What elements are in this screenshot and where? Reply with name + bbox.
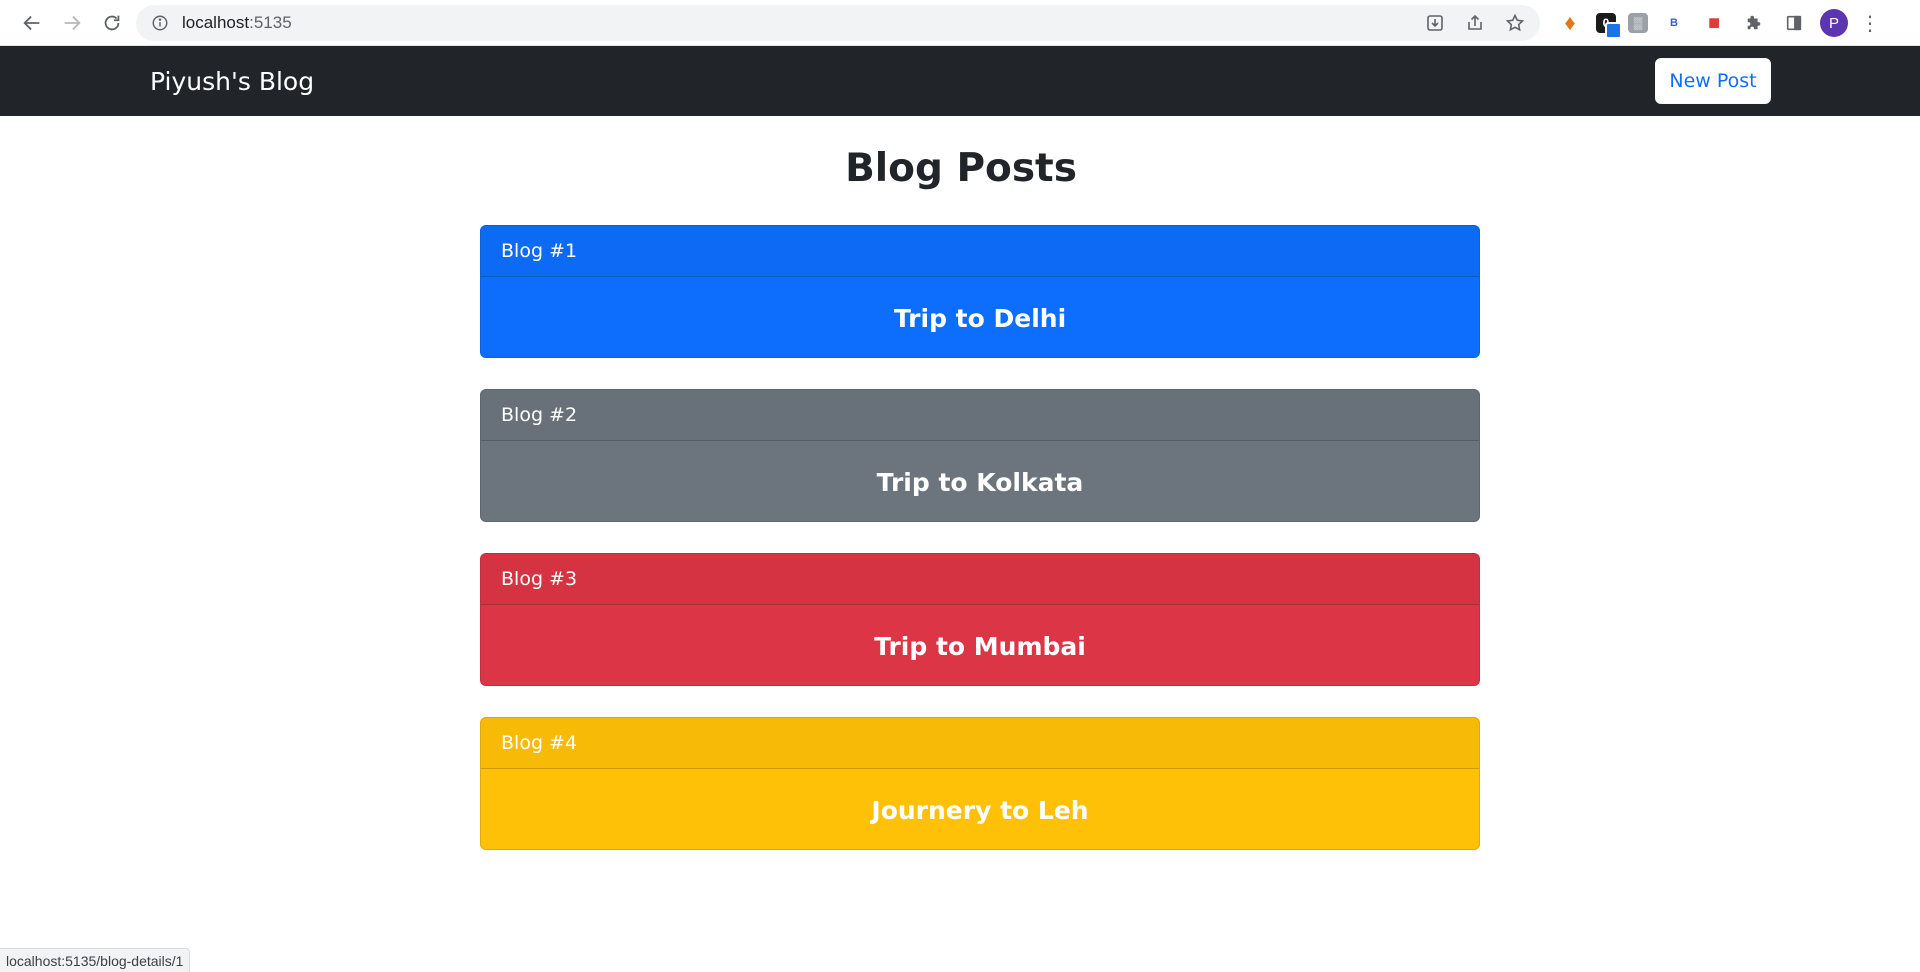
reload-icon <box>104 15 120 30</box>
blog-card-title: Trip to Kolkata <box>876 467 1084 497</box>
forward-button[interactable] <box>52 3 92 43</box>
blog-card-title: Journery to Leh <box>871 795 1089 825</box>
install-icon[interactable] <box>1424 12 1446 34</box>
info-icon[interactable] <box>150 13 170 33</box>
blog-card[interactable]: Blog #1 Trip to Delhi <box>480 225 1480 358</box>
metamask-extension-icon[interactable]: ♦ <box>1556 9 1584 37</box>
brand-title[interactable]: Piyush's Blog <box>150 67 314 96</box>
blog-card[interactable]: Blog #3 Trip to Mumbai <box>480 553 1480 686</box>
blog-card-header: Blog #1 <box>481 226 1479 277</box>
puzzle-icon[interactable] <box>1740 9 1768 37</box>
status-bar-url: localhost:5135/blog-details/1 <box>0 948 191 972</box>
blog-card-header: Blog #3 <box>481 554 1479 605</box>
blog-card-title: Trip to Mumbai <box>874 631 1086 661</box>
new-post-button[interactable]: New Post <box>1655 58 1771 104</box>
share-icon[interactable] <box>1464 12 1486 34</box>
blog-card-header: Blog #2 <box>481 390 1479 441</box>
star-icon[interactable] <box>1504 12 1526 34</box>
url-host: localhost <box>182 13 250 32</box>
blog-card[interactable]: Blog #4 Journery to Leh <box>480 717 1480 850</box>
blog-card-header: Blog #4 <box>481 718 1479 769</box>
kebab-menu-icon[interactable]: ⋮ <box>1860 11 1880 36</box>
back-button[interactable] <box>12 3 52 43</box>
browser-toolbar: localhost:5135 ♦ 0 ▒ B ■ P ⋮ <box>0 0 1920 46</box>
page-title: Blog Posts <box>845 146 1077 191</box>
url-text[interactable]: localhost:5135 <box>182 13 1424 33</box>
arrow-right-icon <box>64 15 81 30</box>
blog-card-title: Trip to Delhi <box>893 303 1067 333</box>
reload-button[interactable] <box>92 3 132 43</box>
site-navbar: Piyush's Blog New Post <box>0 46 1920 116</box>
main-content: Blog Posts <box>0 116 1920 191</box>
avatar[interactable]: P <box>1820 9 1848 37</box>
extension-icon[interactable]: 0 <box>1596 13 1622 39</box>
address-bar[interactable]: localhost:5135 <box>136 5 1540 41</box>
blog-card[interactable]: Blog #2 Trip to Kolkata <box>480 389 1480 522</box>
arrow-left-icon <box>23 15 40 30</box>
url-port: :5135 <box>249 13 292 32</box>
extension-icon[interactable]: ▒ <box>1628 13 1648 33</box>
extension-icon[interactable]: B <box>1660 9 1688 37</box>
side-panel-icon[interactable] <box>1780 9 1808 37</box>
blog-post-list: Blog #1 Trip to Delhi Blog #2 Trip to Ko… <box>480 225 1480 881</box>
extension-icon[interactable]: ■ <box>1700 9 1728 37</box>
